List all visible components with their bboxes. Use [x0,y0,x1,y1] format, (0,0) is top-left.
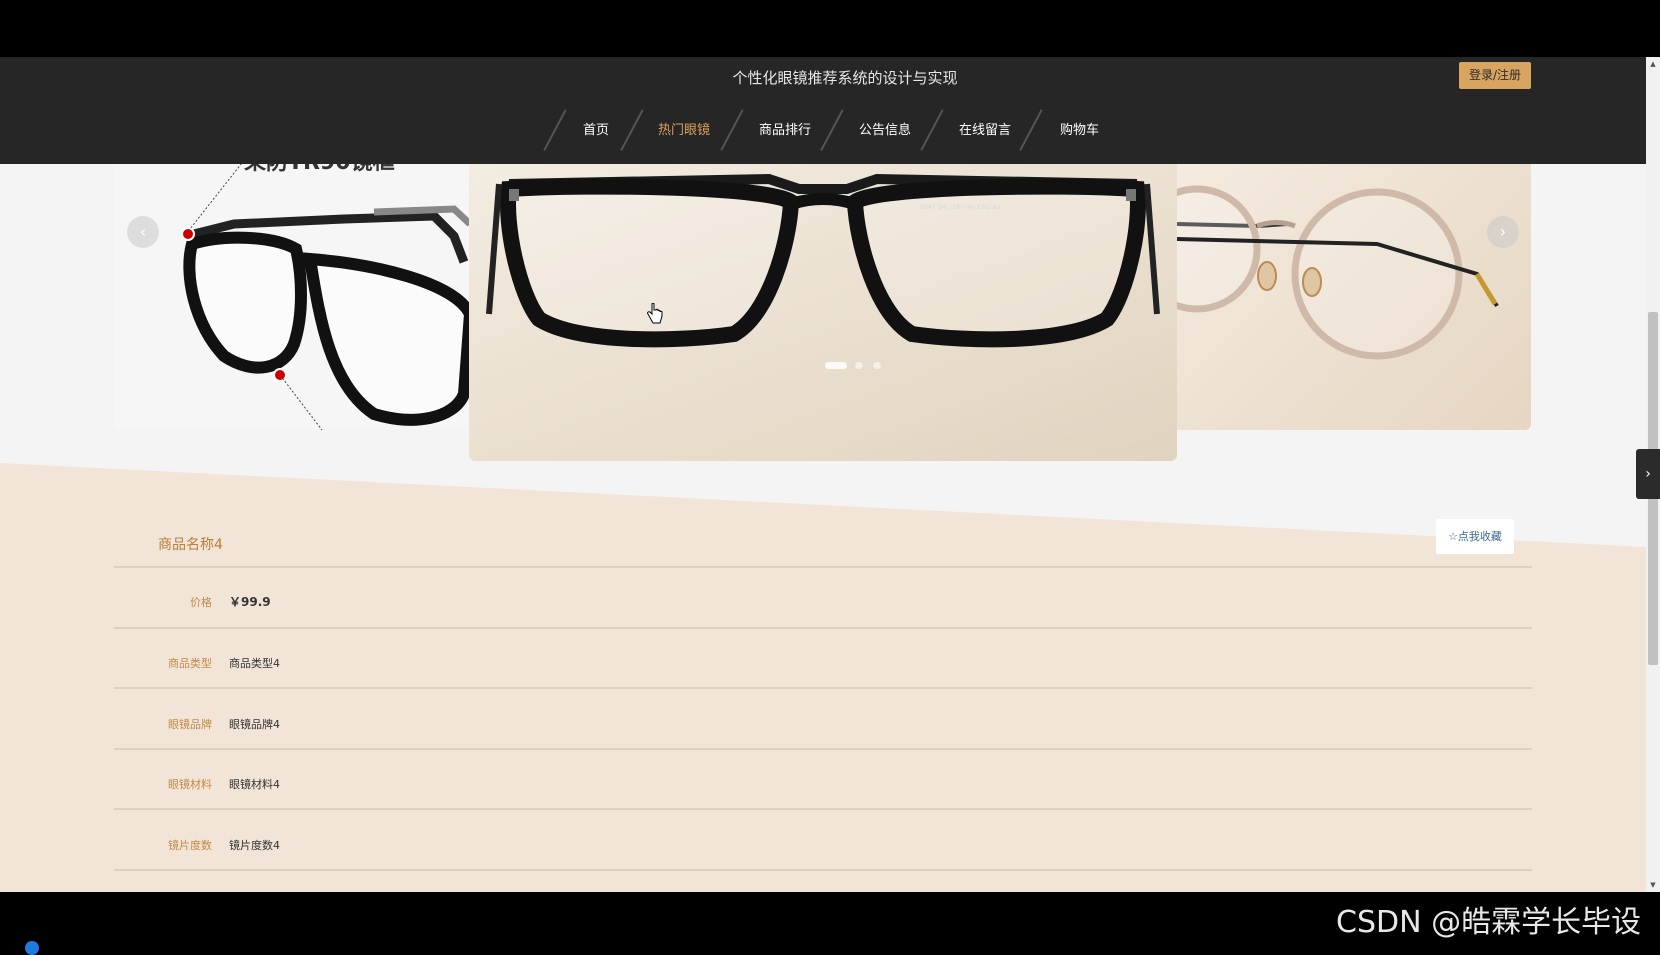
nav-item-notices[interactable]: 公告信息 [859,119,911,138]
login-register-button[interactable]: 登录/注册 [1459,62,1531,89]
scroll-up-arrow[interactable]: ▲ [1648,59,1658,69]
price-label: 价格 [190,596,212,609]
nav-item-hot-glasses[interactable]: 热门眼镜 [658,119,710,138]
watermark: CSDN @皓霖学长毕设 [1336,905,1642,940]
carousel-dot-3[interactable] [873,362,881,369]
frame-imprint: 5047 54□18-140 C02-02 [919,204,1001,211]
browser-viewport: 束防TR90镜框 [0,57,1660,892]
divider [114,687,1532,689]
brand-label: 眼镜品牌 [168,718,212,731]
nav-item-messages[interactable]: 在线留言 [959,119,1011,138]
screen: 束防TR90镜框 [0,0,1660,955]
divider [114,869,1532,871]
chevron-right-icon: › [1645,466,1651,482]
beige-background [0,463,1646,892]
hand-cursor-icon [647,303,663,324]
carousel-slide-next[interactable] [1177,164,1531,430]
material-value: 眼镜材料4 [229,778,280,791]
product-name: 商品名称4 [158,537,223,553]
side-panel-toggle[interactable]: › [1636,449,1660,499]
nav-item-cart[interactable]: 购物车 [1060,119,1099,138]
product-type-label: 商品类型 [168,657,212,670]
nav-divider [620,109,644,151]
black-rectangular-glasses-image [486,173,1160,348]
nav-divider [543,109,567,151]
material-label: 眼镜材料 [168,778,212,791]
nav-divider [820,109,844,151]
lens-power-value: 镜片度数4 [229,839,280,852]
carousel-slide-prev[interactable]: 束防TR90镜框 [114,164,470,430]
product-type-value: 商品类型4 [229,657,280,670]
main-nav: 首页 热门眼镜 商品排行 公告信息 在线留言 购物车 [0,95,1646,164]
nav-divider [1019,109,1043,151]
scroll-down-arrow[interactable]: ▼ [1648,880,1658,890]
chevron-right-icon: › [1499,222,1507,241]
carousel-prev-button[interactable]: ‹ [127,216,159,248]
divider [114,748,1532,750]
carousel-dot-2[interactable] [855,362,863,369]
nav-item-ranking[interactable]: 商品排行 [759,119,811,138]
divider [114,566,1532,568]
carousel-dot-1[interactable] [825,362,847,369]
site-title: 个性化眼镜推荐系统的设计与实现 [732,69,958,87]
lens-power-label: 镜片度数 [168,839,212,852]
square-glasses-image [181,164,470,430]
round-clear-glasses-image [1177,185,1499,360]
chevron-left-icon: ‹ [139,222,147,241]
carousel-next-button[interactable]: › [1487,216,1519,248]
price-value: ￥99.9 [229,595,271,609]
carousel-slide-active[interactable]: 5047 54□18-140 C02-02 [469,164,1177,461]
nav-item-home[interactable]: 首页 [583,119,609,138]
taskbar-indicator [25,941,39,955]
divider [114,627,1532,629]
top-header-bar: 个性化眼镜推荐系统的设计与实现 登录/注册 [0,57,1646,95]
nav-divider [920,109,944,151]
nav-divider [720,109,744,151]
favorite-button[interactable]: ☆点我收藏 [1436,519,1514,554]
brand-value: 眼镜品牌4 [229,718,280,731]
divider [114,808,1532,810]
